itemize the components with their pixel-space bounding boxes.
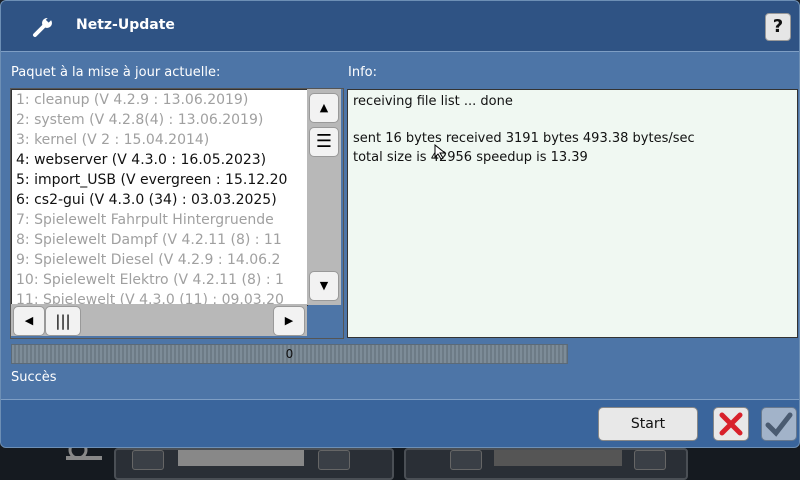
loco-image-right [494, 450, 622, 466]
list-item[interactable]: 3: kernel (V 2 : 15.04.2014) [12, 130, 307, 150]
scroll-up-button[interactable]: ▲ [309, 93, 339, 123]
list-item[interactable]: 2: system (V 4.2.8(4) : 13.06.2019) [12, 110, 307, 130]
help-button[interactable]: ? [765, 13, 791, 41]
netz-update-dialog: Netz-Update ? Paquet à la mise à jour ac… [0, 0, 800, 448]
cancel-button[interactable] [713, 407, 749, 441]
scroll-thumb-vertical[interactable]: ☰ [309, 127, 339, 157]
list-item[interactable]: 8: Spielewelt Dampf (V 4.2.11 (8) : 11 [12, 230, 307, 250]
horizontal-scrollbar[interactable]: ◀ ||| ▶ [11, 304, 307, 336]
close-icon [719, 412, 743, 436]
scroll-right-button[interactable]: ▶ [273, 306, 305, 336]
loco-left-prev-button[interactable] [132, 450, 164, 470]
list-item[interactable]: 1: cleanup (V 4.2.9 : 13.06.2019) [12, 90, 307, 110]
ok-button[interactable] [761, 407, 797, 441]
progress-bar: 0 [11, 344, 568, 364]
info-line: sent 16 bytes received 3191 bytes 493.38… [353, 131, 695, 146]
list-item[interactable]: 9: Spielewelt Diesel (V 4.2.9 : 14.06.2 [12, 250, 307, 270]
dialog-title: Netz-Update [76, 17, 175, 33]
info-label: Info: [348, 65, 377, 80]
list-item[interactable]: 7: Spielewelt Fahrpult Hintergruende [12, 210, 307, 230]
loco-image-left [178, 450, 304, 466]
vertical-scrollbar[interactable]: ▲ ☰ ▼ [307, 89, 341, 305]
list-item[interactable]: 6: cs2-gui (V 4.3.0 (34) : 03.03.2025) [12, 190, 307, 210]
info-line: total size is 42956 speedup is 13.39 [353, 150, 588, 165]
package-list[interactable]: 1: cleanup (V 4.2.9 : 13.06.2019) 2: syst… [11, 89, 308, 306]
loco-left-next-button[interactable] [318, 450, 350, 470]
info-panel: receiving file list ... done sent 16 byt… [347, 89, 798, 338]
scroll-thumb-horizontal[interactable]: ||| [45, 306, 81, 336]
loco-right-prev-button[interactable] [450, 450, 482, 470]
titlebar: Netz-Update ? [1, 1, 799, 52]
list-item[interactable]: 10: Spielewelt Elektro (V 4.2.11 (8) : 1 [12, 270, 307, 290]
info-line: receiving file list ... done [353, 94, 513, 109]
loco-right-next-button[interactable] [634, 450, 666, 470]
scroll-left-button[interactable]: ◀ [13, 306, 45, 336]
start-button[interactable]: Start [598, 407, 698, 441]
mouse-cursor-icon [434, 144, 447, 160]
wrench-icon [33, 16, 53, 37]
status-text: Succès [11, 370, 57, 385]
progress-value: 0 [285, 347, 294, 361]
scroll-down-button[interactable]: ▼ [309, 271, 339, 301]
list-item[interactable]: 5: import_USB (V evergreen : 15.12.20 [12, 170, 307, 190]
checkmark-icon [765, 412, 793, 437]
list-item[interactable]: 4: webserver (V 4.3.0 : 16.05.2023) [12, 150, 307, 170]
packages-label: Paquet à la mise à jour actuelle: [11, 65, 221, 80]
